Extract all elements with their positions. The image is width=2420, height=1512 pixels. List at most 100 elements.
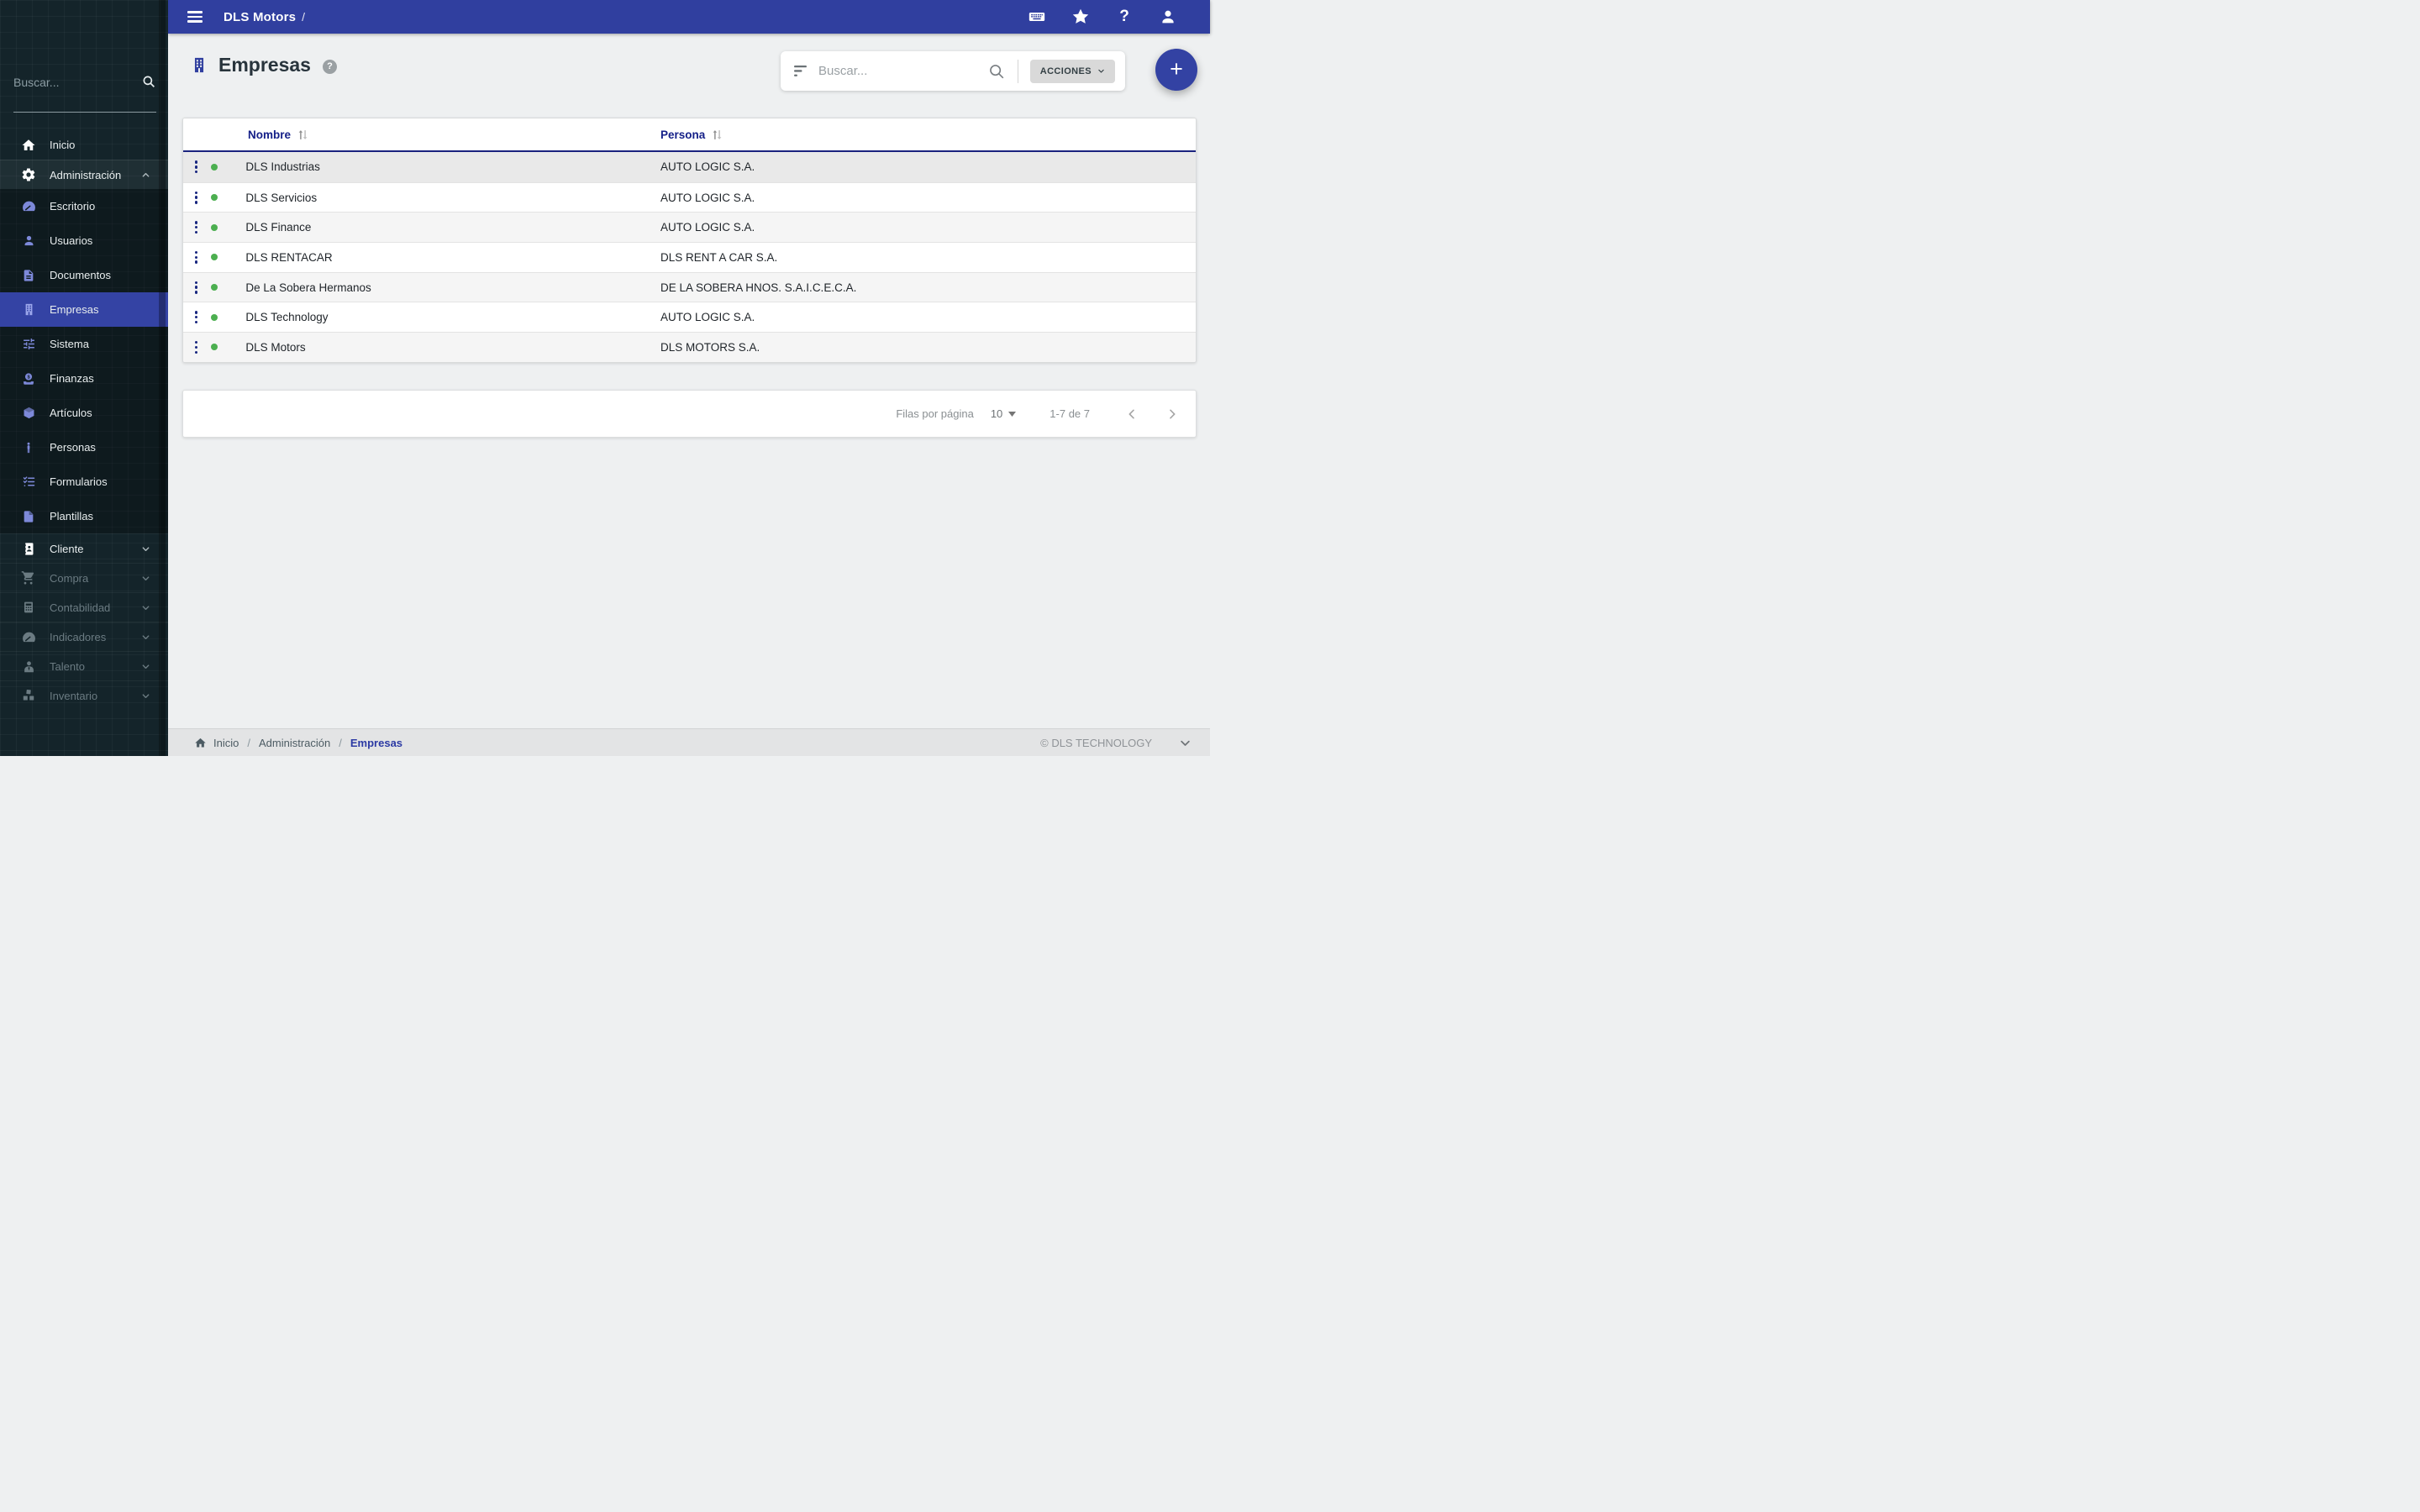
sidebar-item-label: Documentos [50, 269, 111, 281]
column-header-nombre[interactable]: Nombre [248, 118, 308, 150]
sidebar-item-usuarios[interactable]: Usuarios [0, 223, 168, 258]
chevron-down-icon[interactable] [1179, 737, 1192, 749]
rows-per-page-select[interactable]: 10 [991, 407, 1017, 420]
chevron-down-icon [141, 691, 150, 701]
row-persona: DE LA SOBERA HNOS. S.A.I.C.E.C.A. [660, 281, 857, 294]
status-dot [211, 194, 218, 202]
table-row[interactable]: DLS Servicios AUTO LOGIC S.A. [183, 181, 1196, 213]
sort-icon [713, 129, 722, 139]
sidebar-item-indicadores[interactable]: Indicadores [0, 622, 168, 651]
previous-page-button[interactable] [1125, 407, 1139, 421]
sidebar-item-formularios[interactable]: Formularios [0, 465, 168, 499]
sidebar-item-label: Indicadores [50, 630, 107, 643]
sidebar-item-label: Artículos [50, 407, 92, 419]
add-button[interactable]: + [1155, 49, 1197, 91]
column-header-persona[interactable]: Persona [660, 118, 723, 150]
table-row[interactable]: DLS RENTACAR DLS RENT A CAR S.A. [183, 242, 1196, 272]
sidebar-item-escritorio[interactable]: Escritorio [0, 189, 168, 223]
sidebar-item-talento[interactable]: Talento [0, 651, 168, 680]
user-icon [20, 233, 37, 249]
page-help-icon[interactable]: ? [322, 59, 337, 74]
building-icon [20, 302, 37, 318]
status-dot [211, 163, 218, 171]
sidebar-search-input[interactable] [13, 76, 131, 89]
sidebar-item-label: Empresas [50, 303, 99, 316]
chevron-left-icon [1128, 409, 1134, 418]
sidebar-search [13, 76, 156, 113]
help-icon[interactable]: ? [1114, 7, 1134, 27]
sidebar-item-label: Escritorio [50, 200, 96, 213]
sidebar: Inicio Administración Escritorio [0, 0, 168, 756]
sidebar-item-empresas[interactable]: Empresas [0, 292, 168, 327]
file-icon [20, 508, 37, 525]
table-search-input[interactable] [818, 64, 987, 78]
sidebar-nav: Inicio Administración Escritorio Usuario… [0, 130, 168, 710]
row-menu-icon[interactable] [195, 340, 198, 354]
row-name: DLS Industrias [245, 160, 320, 174]
keyboard-icon[interactable] [1027, 7, 1047, 27]
row-name: DLS Motors [245, 340, 306, 354]
sidebar-item-label: Talento [50, 659, 85, 673]
search-icon[interactable] [987, 62, 1006, 81]
building-icon [190, 55, 208, 76]
row-menu-icon[interactable] [195, 160, 198, 174]
sidebar-item-label: Finanzas [50, 372, 94, 385]
topbar-title: DLS Motors [224, 9, 297, 24]
search-icon[interactable] [141, 74, 156, 93]
table-row[interactable]: DLS Technology AUTO LOGIC S.A. [183, 302, 1196, 332]
sidebar-item-label: Inicio [50, 139, 76, 151]
row-menu-icon[interactable] [195, 191, 198, 204]
sidebar-item-administracion[interactable]: Administración [0, 160, 168, 189]
inventory-icon [20, 687, 37, 704]
menu-icon[interactable] [187, 8, 203, 25]
filter-icon[interactable] [794, 65, 808, 77]
home-icon [20, 137, 37, 154]
breadcrumb-empresas: Empresas [350, 736, 403, 749]
sidebar-scrollbar[interactable] [159, 0, 166, 756]
home-icon[interactable] [194, 737, 207, 749]
breadcrumb-separator: / [247, 736, 250, 749]
breadcrumb-inicio[interactable]: Inicio [213, 737, 239, 749]
sidebar-item-finanzas[interactable]: $ Finanzas [0, 361, 168, 396]
breadcrumb-administracion[interactable]: Administración [259, 737, 330, 749]
row-name: DLS Technology [245, 311, 329, 324]
account-icon[interactable] [1158, 7, 1178, 27]
sidebar-item-label: Usuarios [50, 234, 93, 247]
sidebar-item-inicio[interactable]: Inicio [0, 130, 168, 160]
row-menu-icon[interactable] [195, 250, 198, 264]
person-icon [20, 439, 37, 456]
sidebar-item-label: Formularios [50, 475, 108, 488]
sidebar-item-sistema[interactable]: Sistema [0, 327, 168, 361]
sidebar-item-personas[interactable]: Personas [0, 430, 168, 465]
star-icon[interactable] [1071, 7, 1091, 27]
chevron-down-icon [141, 574, 150, 583]
sidebar-item-articulos[interactable]: Artículos [0, 396, 168, 430]
footer: Inicio / Administración / Empresas © DLS… [168, 728, 1210, 756]
table-row[interactable]: DLS Finance AUTO LOGIC S.A. [183, 212, 1196, 243]
sort-icon [298, 129, 308, 139]
row-persona: AUTO LOGIC S.A. [660, 311, 755, 324]
sidebar-item-inventario[interactable]: Inventario [0, 680, 168, 710]
row-menu-icon[interactable] [195, 281, 198, 294]
next-page-button[interactable] [1165, 407, 1179, 421]
sidebar-item-documentos[interactable]: Documentos [0, 258, 168, 292]
dropdown-arrow-icon [1008, 411, 1017, 417]
breadcrumb-separator: / [339, 736, 342, 749]
row-persona: AUTO LOGIC S.A. [660, 160, 755, 174]
table-row[interactable]: DLS Industrias AUTO LOGIC S.A. [183, 152, 1196, 182]
sidebar-item-label: Cliente [50, 542, 84, 555]
status-dot [211, 254, 218, 261]
sidebar-item-plantillas[interactable]: Plantillas [0, 499, 168, 533]
row-menu-icon[interactable] [195, 311, 198, 324]
table-row[interactable]: De La Sobera Hermanos DE LA SOBERA HNOS.… [183, 271, 1196, 302]
actions-button[interactable]: ACCIONES [1029, 59, 1115, 83]
row-name: De La Sobera Hermanos [245, 281, 371, 294]
sidebar-item-compra[interactable]: Compra [0, 563, 168, 592]
row-menu-icon[interactable] [195, 221, 198, 234]
topbar: DLS Motors / ? [168, 0, 1210, 34]
table-row[interactable]: DLS Motors DLS MOTORS S.A. [183, 332, 1196, 362]
contacts-icon [20, 540, 37, 557]
sidebar-item-cliente[interactable]: Cliente [0, 533, 168, 563]
chevron-down-icon [1098, 69, 1104, 73]
sidebar-item-contabilidad[interactable]: Contabilidad [0, 592, 168, 622]
